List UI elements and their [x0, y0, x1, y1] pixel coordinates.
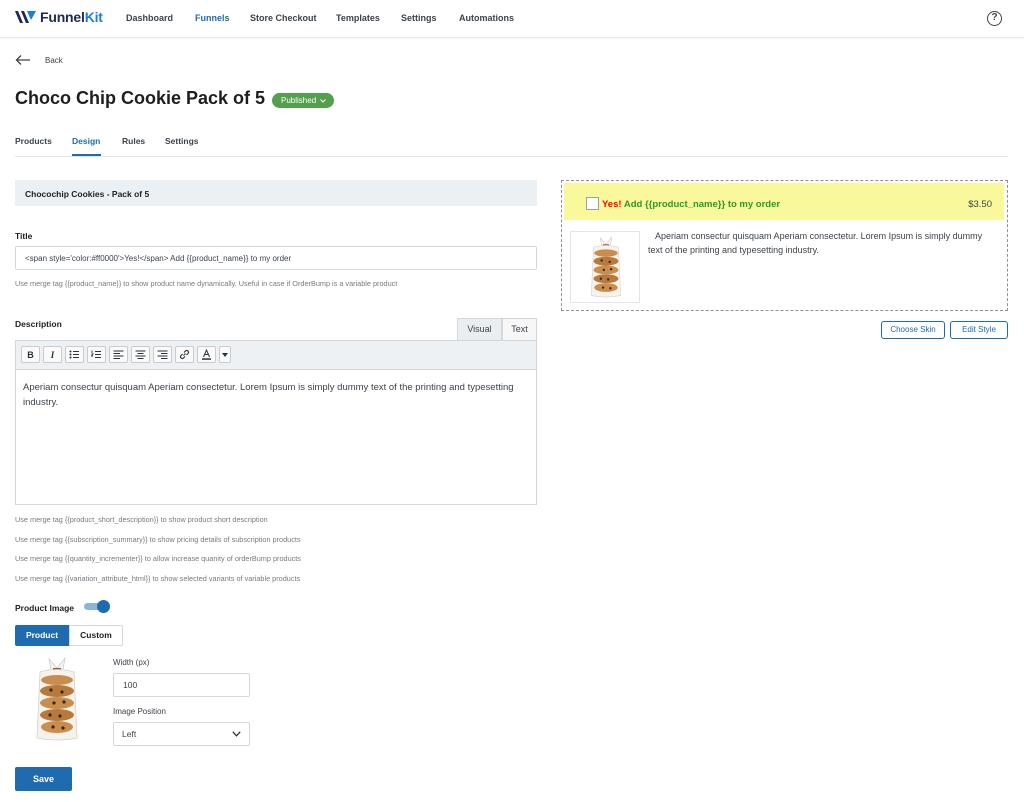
edit-style-button[interactable]: Edit Style [950, 321, 1008, 339]
nav-funnels[interactable]: Funnels [195, 13, 230, 23]
image-position-label: Image Position [113, 707, 166, 716]
description-editor: B I Aperiam consectur quisquam Aperiam c… [15, 340, 537, 505]
title-hint: Use merge tag {{product_name}} to show p… [15, 279, 398, 288]
funnel-step-tabs: Products Design Rules Settings [15, 131, 1008, 157]
product-image-label: Product Image [15, 603, 75, 613]
description-content[interactable]: Aperiam consectur quisquam Aperiam conse… [16, 370, 536, 420]
preview-header: Yes! Add {{product_name}} to my order $3… [564, 183, 1004, 220]
product-image-thumbnail [36, 656, 78, 741]
tab-settings[interactable]: Settings [165, 136, 199, 146]
funnelkit-logo-icon [15, 11, 36, 23]
image-position-select[interactable]: Left [113, 722, 250, 746]
save-button[interactable]: Save [15, 767, 72, 791]
editor-toolbar: B I [16, 341, 536, 370]
preview-image-frame [570, 231, 640, 303]
nav-store-checkout[interactable]: Store Checkout [250, 13, 317, 23]
chevron-down-icon [320, 98, 326, 103]
align-center-icon[interactable] [131, 346, 150, 363]
back-label: Back [45, 55, 63, 65]
tab-text[interactable]: Text [502, 318, 537, 340]
nav-dashboard[interactable]: Dashboard [126, 13, 173, 23]
image-position-value: Left [122, 729, 137, 739]
preview-price: $3.50 [968, 199, 992, 210]
italic-icon[interactable]: I [43, 346, 62, 363]
description-label: Description [15, 319, 62, 329]
status-label: Published [281, 96, 317, 105]
tab-visual[interactable]: Visual [457, 318, 502, 340]
link-icon[interactable] [175, 346, 194, 363]
image-source-product[interactable]: Product [15, 625, 69, 646]
merge-hint-quantity: Use merge tag {{quantity_incrementer}} t… [15, 554, 301, 563]
back-link[interactable]: Back [15, 54, 63, 66]
preview-checkbox[interactable] [586, 197, 599, 210]
preview-title-yes: Yes! [602, 199, 622, 210]
image-source-custom[interactable]: Custom [69, 625, 123, 646]
align-left-icon[interactable] [109, 346, 128, 363]
nav-automations[interactable]: Automations [459, 13, 514, 23]
nav-settings[interactable]: Settings [401, 13, 437, 23]
tab-rules[interactable]: Rules [122, 136, 145, 146]
dropdown-arrow-icon[interactable] [219, 346, 231, 363]
toggle-knob [97, 600, 110, 613]
width-input[interactable]: 100 [113, 673, 250, 697]
product-header: Chocochip Cookies - Pack of 5 [15, 180, 537, 206]
top-navigation: FunnelKit Dashboard Funnels Store Checko… [0, 0, 1024, 38]
title-label: Title [15, 231, 33, 241]
bold-icon[interactable]: B [21, 346, 40, 363]
preview-product-image [591, 236, 621, 298]
help-icon[interactable]: ? [987, 11, 1002, 26]
numbered-list-icon[interactable] [87, 346, 106, 363]
page-title: Choco Chip Cookie Pack of 5 [15, 88, 266, 108]
order-bump-preview: Yes! Add {{product_name}} to my order $3… [561, 180, 1008, 311]
preview-title: Yes! Add {{product_name}} to my order [602, 199, 780, 210]
funnelkit-logo[interactable]: FunnelKit [15, 9, 103, 25]
merge-hint-short-description: Use merge tag {{product_short_descriptio… [15, 515, 268, 524]
active-tab-indicator [72, 154, 101, 156]
arrow-left-icon [15, 55, 30, 65]
merge-hint-subscription: Use merge tag {{subscription_summary}} t… [15, 535, 301, 544]
bulleted-list-icon[interactable] [65, 346, 84, 363]
tab-products[interactable]: Products [15, 136, 52, 146]
chevron-down-icon [232, 731, 241, 737]
choose-skin-button[interactable]: Choose Skin [881, 321, 945, 339]
merge-hint-variation: Use merge tag {{variation_attribute_html… [15, 574, 301, 583]
nav-templates[interactable]: Templates [336, 13, 380, 23]
brand-name: FunnelKit [40, 9, 103, 25]
status-badge[interactable]: Published [272, 93, 335, 108]
preview-title-rest: Add {{product_name}} to my order [621, 199, 781, 210]
width-label: Width (px) [113, 658, 150, 667]
align-right-icon[interactable] [153, 346, 172, 363]
title-input[interactable]: <span style='color:#ff0000'>Yes!</span> … [15, 246, 537, 270]
product-image-toggle[interactable] [84, 600, 110, 613]
tab-design[interactable]: Design [72, 136, 100, 146]
text-color-icon[interactable] [197, 346, 216, 363]
preview-description: Aperiam consectur quisquam Aperiam conse… [648, 231, 983, 255]
